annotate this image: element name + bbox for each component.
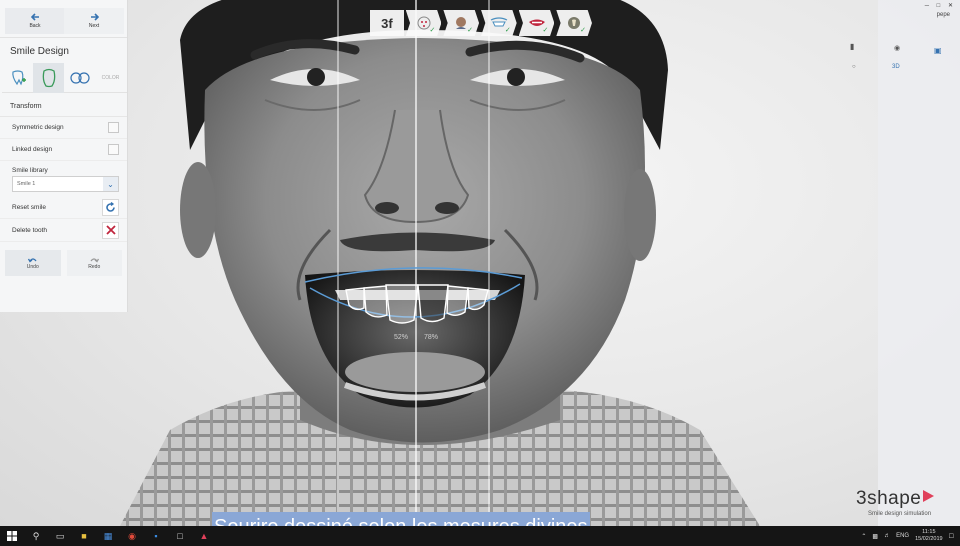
undo-icon xyxy=(28,257,37,262)
tooth-view-icon[interactable]: ▮ xyxy=(850,42,854,51)
workflow-step-teeth-arch[interactable]: ✓ xyxy=(481,10,517,36)
check-icon: ✓ xyxy=(467,27,474,34)
reset-icon xyxy=(106,201,115,212)
workflow-bar: 3f ✓ ✓ ✓ ✓ ✓ xyxy=(370,10,594,36)
nav-row: Back Next xyxy=(0,0,127,38)
check-icon: ✓ xyxy=(504,27,511,34)
notifications-icon[interactable]: ☐ xyxy=(949,533,954,540)
panel-title: Smile Design xyxy=(10,46,69,57)
tray-chevron-icon[interactable]: ⌃ xyxy=(861,533,866,540)
workflow-step-face-points[interactable]: ✓ xyxy=(405,10,442,36)
undo-button[interactable]: Undo xyxy=(5,250,61,276)
workflow-step-lips[interactable]: ✓ xyxy=(518,10,555,36)
back-arrow-icon xyxy=(30,13,39,21)
smile-library-value: Smile 1 xyxy=(17,181,36,187)
ratio-label-right: 78% xyxy=(424,334,439,341)
back-button[interactable]: Back xyxy=(5,8,65,34)
brand-logo: 3shape Smile design simulation xyxy=(856,488,935,517)
user-name: pepe xyxy=(936,12,950,18)
app-window-icon[interactable]: □ xyxy=(168,526,192,546)
clock-date: 15/02/2019 xyxy=(915,536,943,542)
photo-canvas[interactable]: 52% 78% xyxy=(0,0,960,526)
workflow-logo-icon: 3f xyxy=(381,15,393,31)
next-label: Next xyxy=(88,23,100,29)
tool-color[interactable]: COLOR xyxy=(95,63,126,93)
dot-toggle-icon[interactable]: ○ xyxy=(852,64,856,70)
screenshot-icon[interactable]: ▣ xyxy=(934,46,942,55)
tooth-plus-icon xyxy=(11,70,26,86)
check-icon: ✓ xyxy=(542,27,549,34)
tooth-outline-icon xyxy=(42,68,55,88)
brand-triangle-icon xyxy=(923,490,935,502)
linked-design-checkbox[interactable] xyxy=(108,144,119,155)
undo-label: Undo xyxy=(26,263,39,270)
check-icon: ✓ xyxy=(429,27,436,34)
designed-tooth-central-right[interactable] xyxy=(417,284,449,323)
reset-smile-label: Reset smile xyxy=(12,203,46,211)
tool-tooth-shape[interactable] xyxy=(33,63,64,93)
search-icon[interactable]: ⚲ xyxy=(24,526,48,546)
workflow-step-tooth-color[interactable]: ✓ xyxy=(556,10,592,36)
system-tray: ⌃ ▩ ♬ ENG 11:15 15/02/2019 ☐ xyxy=(861,526,954,546)
tool-add-tooth[interactable] xyxy=(2,63,33,93)
smile-library-label: Smile library xyxy=(12,167,48,174)
ratio-label-left: 52% xyxy=(394,334,409,341)
next-arrow-icon xyxy=(90,13,99,21)
tool-row: COLOR xyxy=(2,63,127,93)
symmetric-design-option[interactable]: Symmetric design xyxy=(0,117,127,139)
view-mode-icon[interactable]: ◉ xyxy=(894,44,900,52)
right-panel: ─ □ ✕ pepe ▮ ○ ◉ 3D ▣ xyxy=(850,0,960,526)
tool-tooth-pair[interactable] xyxy=(64,63,95,93)
next-button[interactable]: Next xyxy=(64,8,124,34)
brand-subtitle: Smile design simulation xyxy=(868,511,932,517)
window-controls[interactable]: ─ □ ✕ xyxy=(925,2,956,9)
transform-section: Transform xyxy=(0,93,127,117)
volume-icon[interactable]: ♬ xyxy=(884,533,890,539)
symmetric-design-checkbox[interactable] xyxy=(108,122,119,133)
chevron-down-icon[interactable]: ⌄ xyxy=(103,177,118,191)
language-indicator[interactable]: ENG xyxy=(896,533,909,539)
designed-tooth-lateral-right[interactable] xyxy=(446,285,469,316)
smile-design-overlay[interactable] xyxy=(0,0,960,526)
delete-x-icon xyxy=(105,225,116,235)
tool-color-label: COLOR xyxy=(101,75,120,81)
tooth-color-icon xyxy=(568,17,581,29)
network-icon[interactable]: ▩ xyxy=(872,533,878,540)
clock[interactable]: 11:15 15/02/2019 xyxy=(915,529,943,543)
designed-tooth-central-left[interactable] xyxy=(385,284,419,324)
symmetric-design-label: Symmetric design xyxy=(12,124,64,131)
store-icon[interactable]: ▦ xyxy=(96,526,120,546)
smile-library-select[interactable]: Smile 1 ⌄ xyxy=(12,176,119,192)
workflow-step-logo[interactable]: 3f xyxy=(370,10,404,36)
file-explorer-icon[interactable]: ■ xyxy=(72,526,96,546)
chrome-icon[interactable]: ◉ xyxy=(120,526,144,546)
back-label: Back xyxy=(29,23,41,29)
linked-design-label: Linked design xyxy=(12,146,53,153)
view-3d-icon[interactable]: 3D xyxy=(892,64,900,70)
delete-tooth-label: Delete tooth xyxy=(12,226,48,234)
designed-tooth-canine-right[interactable] xyxy=(467,287,489,311)
clock-time: 11:15 xyxy=(922,529,936,535)
smile-design-panel: Back Next Smile Design COLOR Transform S… xyxy=(0,0,128,312)
designed-tooth-lateral-left[interactable] xyxy=(363,285,388,318)
reset-smile-button[interactable] xyxy=(102,198,119,216)
undo-redo-row: Undo Redo xyxy=(0,250,127,276)
taskbar: ⚲ ▭ ■ ▦ ◉ ▪ □ ▲ ⌃ ▩ ♬ ENG 11:15 15/02/20… xyxy=(0,526,960,546)
workflow-step-face-profile[interactable]: ✓ xyxy=(443,10,480,36)
linked-design-option[interactable]: Linked design xyxy=(0,139,127,161)
delete-tooth-row: Delete tooth xyxy=(0,219,127,242)
task-view-icon[interactable]: ▭ xyxy=(48,526,72,546)
windows-start-icon[interactable] xyxy=(0,526,24,546)
check-icon: ✓ xyxy=(580,27,586,34)
redo-button[interactable]: Redo xyxy=(66,250,122,276)
tooth-pair-icon xyxy=(69,72,90,84)
redo-icon xyxy=(90,257,99,262)
app-icon[interactable]: ▪ xyxy=(144,526,168,546)
smile-design-app-icon[interactable]: ▲ xyxy=(192,526,216,546)
redo-label: Redo xyxy=(88,263,101,270)
brand-name: 3shape xyxy=(856,488,922,509)
reset-smile-row: Reset smile xyxy=(0,196,127,219)
delete-tooth-button[interactable] xyxy=(102,221,119,239)
